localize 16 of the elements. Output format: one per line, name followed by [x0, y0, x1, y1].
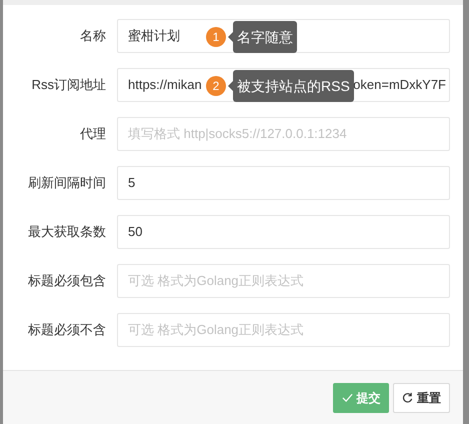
- step-badge: 1: [206, 27, 226, 47]
- field-label: 标题必须不含: [27, 321, 107, 340]
- field-label: 最大获取条数: [27, 223, 107, 242]
- field-label: 刷新间隔时间: [27, 174, 107, 192]
- check-icon: [342, 392, 352, 403]
- reset-button[interactable]: 重置: [393, 382, 450, 412]
- field-label: 名称: [79, 27, 107, 46]
- field-label: 标题必须包含: [27, 272, 107, 290]
- input-field[interactable]: 50: [117, 215, 450, 249]
- tooltip: 名字随意: [233, 21, 297, 53]
- tooltip: 被支持站点的RSS: [233, 70, 354, 102]
- input-field[interactable]: 5: [117, 166, 450, 200]
- field-label: Rss订阅地址: [30, 76, 107, 94]
- step-badge: 2: [206, 76, 226, 96]
- field-label: 代理: [79, 125, 107, 144]
- refresh-icon: [402, 392, 413, 403]
